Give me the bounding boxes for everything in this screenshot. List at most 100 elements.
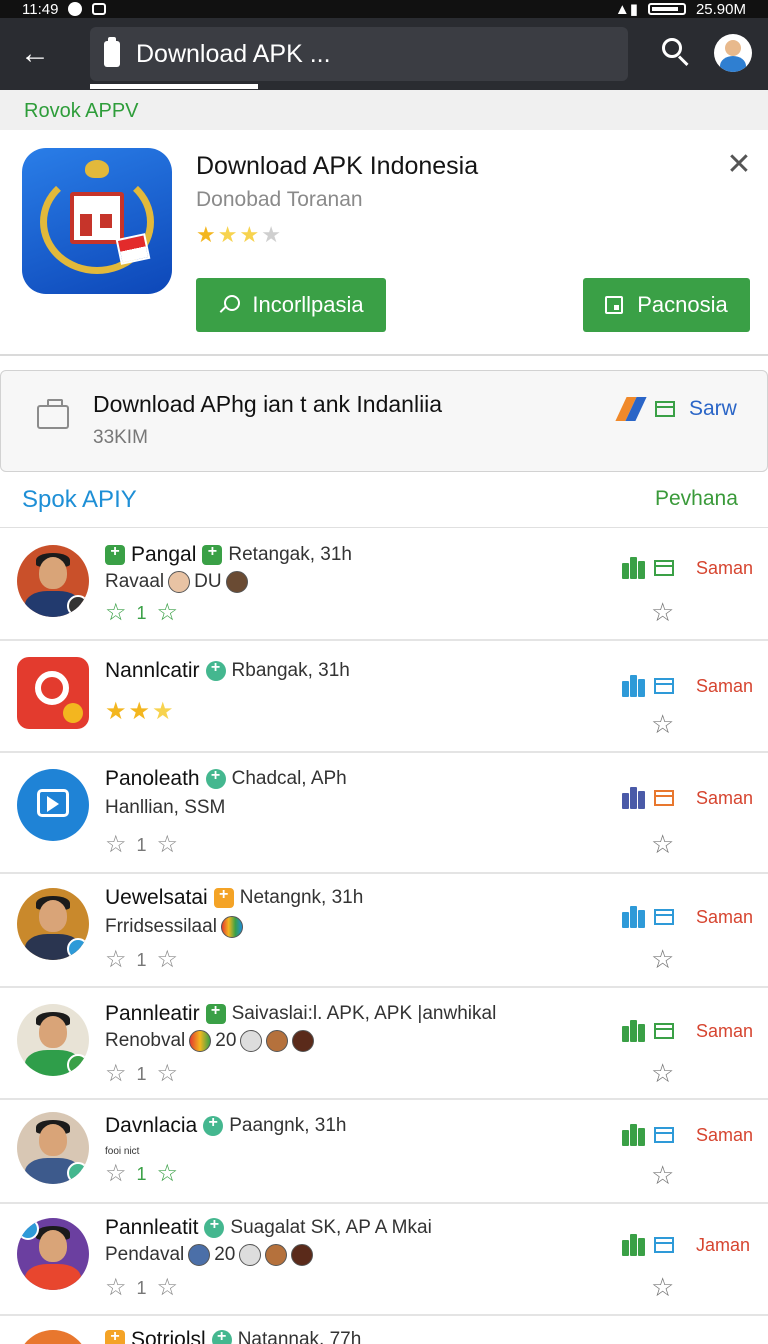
list-item[interactable]: Panoleath Chadcal, APh Hanllian, SSM ☆ 1… [0,753,768,874]
row-rating: ☆ 1 ☆ [105,1062,178,1086]
list-item[interactable]: Uewelsatai Netangnk, 31h Frridsessilaal … [0,874,768,988]
list-item[interactable]: Pannleatit Suagalat SK, AP A Mkai Pendav… [0,1204,768,1316]
star-half-icon: ★ [239,222,260,247]
row-title-line: Pannleatit Suagalat SK, AP A Mkai [105,1216,432,1240]
row-sub-text: Frridsessilaal [105,916,217,937]
save-button[interactable]: Sarw [615,397,737,421]
status-time: 11:49 [22,0,59,18]
window-icon [655,401,675,417]
row-meta: Suagalat SK, AP A Mkai [230,1217,432,1238]
profile-avatar[interactable] [714,34,752,72]
row-meta: Natannak, 77h [237,1329,362,1344]
row-action-label[interactable]: Saman [696,1021,753,1042]
favorite-star-icon[interactable]: ☆ [651,1274,674,1300]
favorite-star-icon[interactable]: ☆ [651,711,674,737]
star-outline-icon[interactable]: ☆ [105,833,127,857]
list-item[interactable]: Pannleatir Saivaslai:l. APK, APK |anwhik… [0,988,768,1100]
plus-badge-icon [204,1216,225,1238]
featured-app-card: Download APK Indonesia Donobad Toranan ★… [0,130,768,356]
mini-avatar [188,1244,211,1266]
favorite-star-icon[interactable]: ☆ [651,599,674,625]
row-rating: ☆ 1 ☆ [105,1276,178,1300]
app-bar: ← Download APK ... [0,18,768,90]
row-name: Pangal [131,543,197,566]
row-sub-extra: DU [194,571,222,592]
rating-count: 1 [136,834,147,855]
download-title: Download APhg ian t ank Indanliia [93,391,443,417]
row-sub-text: fooi nict [105,1146,140,1157]
row-sub-text: Renobval [105,1030,186,1051]
star-outline-icon[interactable]: ☆ [105,1062,127,1086]
list-item[interactable]: Pangal Retangak, 31h Ravaal DU ☆ 1 ☆ Sam… [0,529,768,641]
avatar [17,545,89,617]
row-meta: Rbangak, 31h [231,660,350,681]
row-sub-text: Hanllian, SSM [105,797,226,818]
star-outline-icon[interactable]: ☆ [157,1062,179,1086]
star-outline-icon[interactable]: ☆ [157,1276,179,1300]
favorite-star-icon[interactable]: ☆ [651,1162,674,1188]
star-outline-icon[interactable]: ☆ [105,948,127,972]
row-sub-extra: 20 [214,1244,236,1265]
favorite-star-icon[interactable]: ☆ [651,946,674,972]
row-action-label[interactable]: Saman [696,788,753,809]
row-action-label[interactable]: Saman [696,558,753,579]
row-subtitle: Renobval 20 [105,1030,315,1052]
row-action-label[interactable]: Jaman [696,1235,750,1256]
star-full-icon: ★ [196,222,216,247]
row-action-label[interactable]: Saman [696,907,753,928]
app-icon [17,769,89,841]
star-outline-icon[interactable]: ☆ [105,1276,127,1300]
open-button-label: Pacnosia [637,292,728,317]
star-outline-icon[interactable]: ☆ [105,1162,127,1186]
row-action-label[interactable]: Saman [696,1125,753,1146]
favorite-star-icon[interactable]: ☆ [651,831,674,857]
app-bars-icon [622,906,646,928]
open-button[interactable]: Pacnosia [583,278,750,332]
window-icon [654,790,674,806]
close-icon[interactable]: ✕ [724,150,754,180]
row-rating: ★ ★ ★ [105,697,174,726]
mini-avatar [292,1030,315,1052]
row-name: Sotriolsl [131,1328,206,1344]
list-item[interactable]: Davnlacia Paangnk, 31h fooi nict ☆ 1 ☆ S… [0,1100,768,1204]
avatar [17,1218,89,1290]
row-action-label[interactable]: Saman [696,676,753,697]
row-name: Pannleatit [105,1216,199,1239]
window-icon [654,909,674,925]
list-header-action[interactable]: Pevhana [655,487,738,511]
star-outline-icon[interactable]: ☆ [157,833,179,857]
star-full-icon: ★ [105,698,127,725]
app-bars-icon [622,557,646,579]
apk-file-icon [104,37,120,67]
row-actions: Saman [622,557,753,579]
star-outline-icon[interactable]: ☆ [105,601,127,625]
briefcase-icon [37,399,69,429]
install-button[interactable]: Incorllpasia [196,278,386,332]
row-sub-text: Pendaval [105,1244,185,1265]
app-bars-icon [622,675,646,697]
download-card[interactable]: Download APhg ian t ank Indanliia 33KIM … [0,370,768,472]
favorite-star-icon[interactable]: ☆ [651,1060,674,1086]
list-item[interactable]: Nannlcatir Rbangak, 31h ★ ★ ★ Saman ☆ [0,641,768,753]
app-icon [17,657,89,729]
app-logo-icon[interactable] [22,148,172,294]
app-bars-icon [622,1124,646,1146]
star-outline-icon[interactable]: ☆ [157,601,179,625]
notification-status-icon [92,3,107,15]
list-item[interactable]: Sotriolsl Natannak, 77h [0,1316,768,1344]
search-tab-indicator [90,84,258,89]
rating-count: 1 [136,602,147,623]
signal-icon: ▲▮ [614,1,638,18]
row-title-line: Uewelsatai Netangnk, 31h [105,886,363,910]
back-arrow-icon[interactable]: ← [0,18,70,90]
mini-avatar [265,1244,288,1266]
row-actions: Saman [622,787,753,809]
row-actions: Jaman [622,1234,750,1256]
install-button-label: Incorllpasia [252,292,364,317]
search-icon[interactable] [656,34,694,72]
star-outline-icon[interactable]: ☆ [157,948,179,972]
plus-badge-icon [203,1114,224,1136]
search-input[interactable]: Download APK ... [90,27,628,81]
star-outline-icon[interactable]: ☆ [157,1162,179,1186]
row-meta: Saivaslai:l. APK, APK |anwhikal [231,1003,497,1024]
